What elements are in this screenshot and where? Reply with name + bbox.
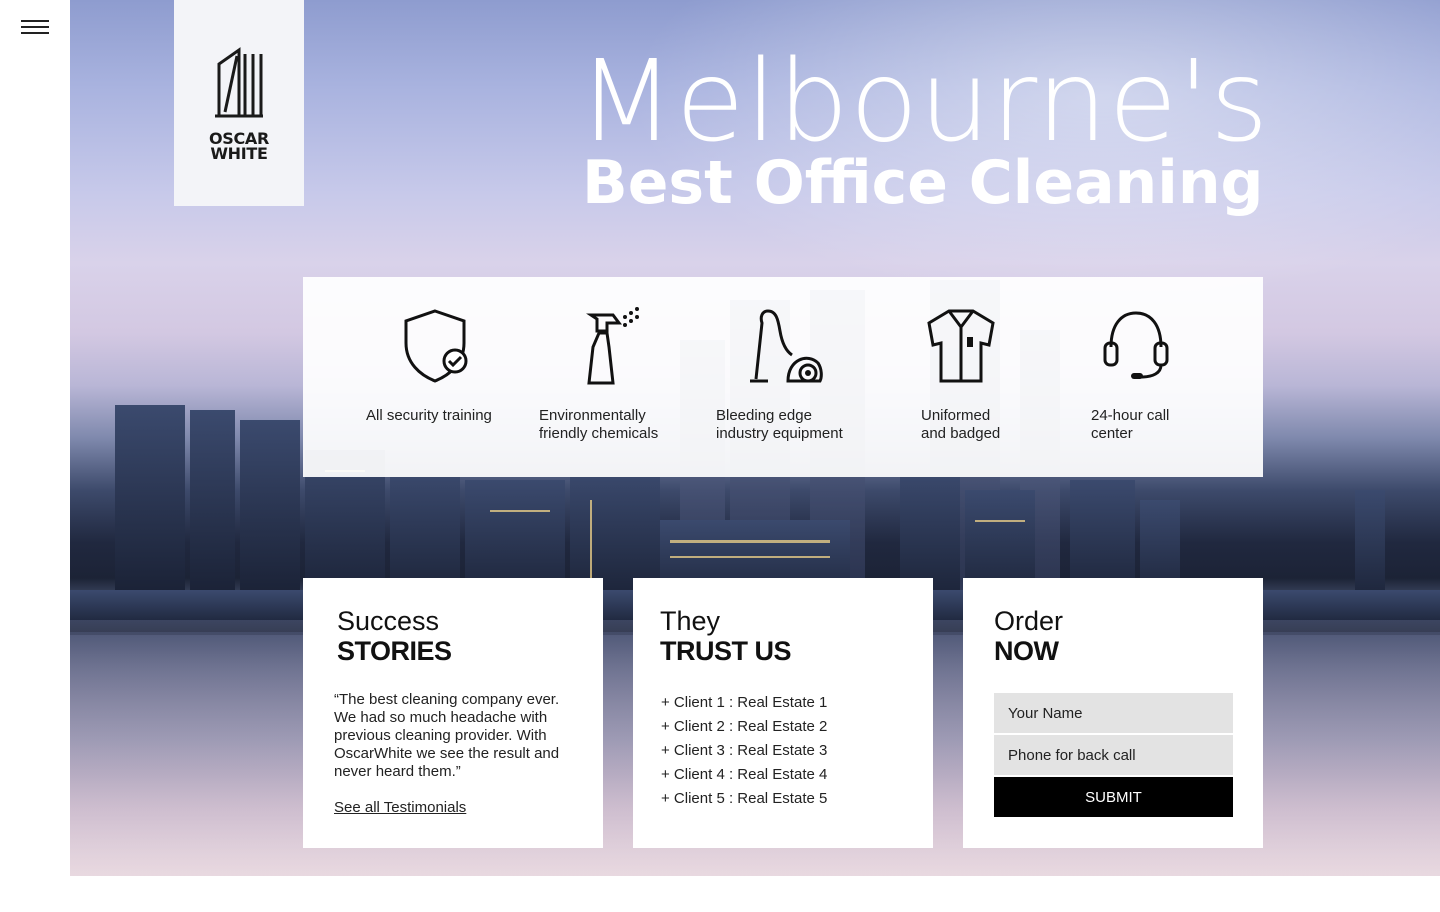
success-stories-card: Success STORIES “The best cleaning compa… bbox=[303, 578, 603, 848]
client-item: + Client 4 : Real Estate 4 bbox=[661, 766, 828, 783]
submit-button[interactable]: SUBMIT bbox=[994, 777, 1233, 817]
trust-title-bold: TRUST US bbox=[660, 636, 792, 666]
feature-equipment-label: Bleeding edge industry equipment bbox=[716, 407, 843, 442]
building-icon bbox=[215, 47, 263, 118]
see-all-testimonials-link[interactable]: See all Testimonials bbox=[334, 799, 466, 817]
side-rail bbox=[0, 0, 70, 912]
client-item: + Client 1 : Real Estate 1 bbox=[661, 694, 828, 711]
brand-logo[interactable]: OSCAR WHITE bbox=[174, 0, 304, 206]
feature-uniform-label: Uniformed and badged bbox=[921, 407, 1001, 442]
client-item: + Client 2 : Real Estate 2 bbox=[661, 718, 828, 735]
feature-security-label: All security training bbox=[366, 407, 492, 424]
phone-input[interactable] bbox=[994, 735, 1233, 775]
order-title-bold: NOW bbox=[994, 636, 1059, 666]
hamburger-menu-icon[interactable] bbox=[21, 20, 49, 40]
client-item: + Client 5 : Real Estate 5 bbox=[661, 790, 828, 807]
stories-title-light: Success bbox=[337, 606, 440, 636]
logo-text-line2: WHITE bbox=[210, 144, 268, 163]
feature-call-center-label: 24-hour call center bbox=[1091, 407, 1170, 442]
order-now-card: Order NOW SUBMIT bbox=[963, 578, 1263, 848]
client-list: + Client 1 : Real Estate 1 + Client 2 : … bbox=[661, 691, 827, 811]
client-item: + Client 3 : Real Estate 3 bbox=[661, 742, 828, 759]
trust-title-light: They bbox=[660, 606, 721, 636]
vacuum-cleaner-icon bbox=[750, 309, 823, 383]
order-title-light: Order bbox=[994, 606, 1064, 636]
hero-headline-bold: Best Office Cleaning bbox=[582, 148, 1264, 218]
feature-chemicals-label: Environmentally friendly chemicals bbox=[539, 407, 659, 442]
hero-headline-light: Melbourne's bbox=[578, 37, 1270, 167]
uniform-shirt-icon bbox=[927, 309, 995, 383]
stories-title-bold: STORIES bbox=[337, 636, 452, 666]
name-input[interactable] bbox=[994, 693, 1233, 733]
trust-us-card: They TRUST US + Client 1 : Real Estate 1… bbox=[633, 578, 933, 848]
shield-check-icon bbox=[404, 309, 468, 383]
testimonial-quote: “The best cleaning company ever. We had … bbox=[334, 691, 560, 780]
spray-bottle-icon bbox=[586, 307, 639, 385]
headset-icon bbox=[1103, 311, 1169, 379]
features-panel: All security training Environmentally fr… bbox=[303, 277, 1263, 477]
